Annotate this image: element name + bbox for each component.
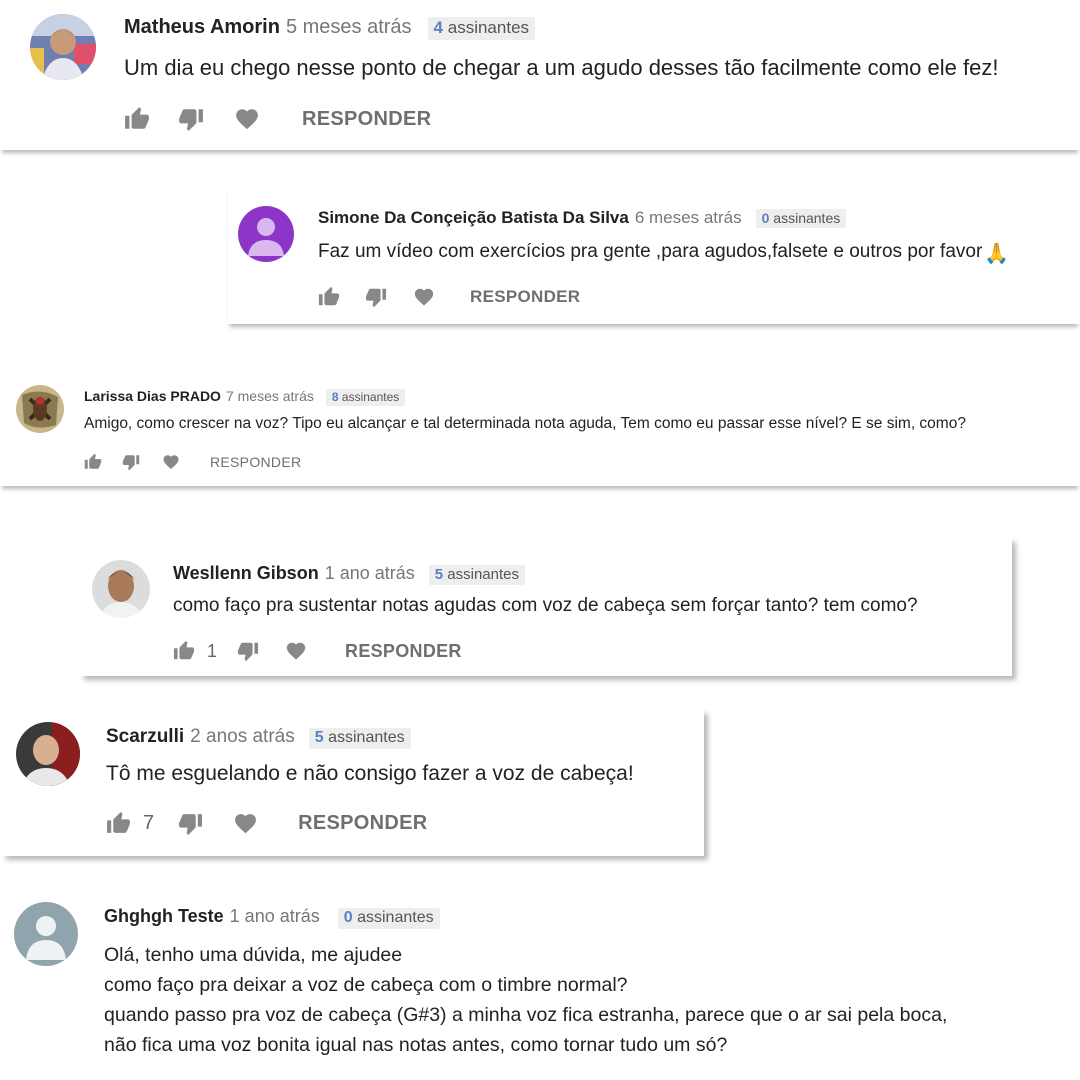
thumbs-down-icon[interactable] bbox=[237, 640, 259, 662]
comment-card: Matheus Amorin 5 meses atrás 4 assinante… bbox=[0, 0, 1080, 150]
comment-card: Scarzulli 2 anos atrás 5 assinantes Tô m… bbox=[0, 708, 704, 856]
comment-actions: 1 RESPONDER bbox=[173, 640, 462, 662]
heart-icon[interactable] bbox=[413, 286, 435, 308]
comment-actions: RESPONDER bbox=[124, 106, 431, 132]
author-name[interactable]: Ghghgh Teste bbox=[104, 906, 224, 927]
comment-meta: Simone Da Conçeição Batista Da Silva 6 m… bbox=[318, 208, 847, 228]
subscriber-label: assinantes bbox=[357, 909, 434, 926]
comment-time[interactable]: 7 meses atrás bbox=[226, 388, 314, 404]
comment-card: Wesllenn Gibson 1 ano atrás 5 assinantes… bbox=[78, 536, 1012, 676]
comment-meta: Scarzulli 2 anos atrás 5 assinantes bbox=[106, 726, 411, 749]
reply-button[interactable]: RESPONDER bbox=[210, 454, 301, 470]
comment-text: Tô me esguelando e não consigo fazer a v… bbox=[106, 762, 634, 785]
subscriber-label: assinantes bbox=[447, 566, 519, 583]
subscriber-count: 0 bbox=[761, 210, 770, 226]
avatar[interactable] bbox=[16, 385, 64, 433]
default-avatar[interactable] bbox=[14, 902, 78, 966]
comment-meta: Matheus Amorin 5 meses atrás 4 assinante… bbox=[124, 16, 536, 40]
comment-card: Ghghgh Teste 1 ano atrás 0 assinantes Ol… bbox=[0, 888, 1080, 1080]
author-name[interactable]: Larissa Dias PRADO bbox=[84, 388, 221, 404]
subscriber-label: assinantes bbox=[328, 729, 405, 746]
subscriber-badge: 0 assinantes bbox=[337, 908, 440, 929]
reply-button[interactable]: RESPONDER bbox=[470, 287, 580, 307]
comment-time[interactable]: 1 ano atrás bbox=[230, 906, 320, 927]
comment-time[interactable]: 1 ano atrás bbox=[325, 563, 415, 584]
heart-icon[interactable] bbox=[285, 640, 307, 662]
author-name[interactable]: Wesllenn Gibson bbox=[173, 563, 319, 584]
heart-icon[interactable] bbox=[233, 811, 258, 836]
reply-button[interactable]: RESPONDER bbox=[298, 812, 427, 835]
subscriber-badge: 8 assinantes bbox=[325, 389, 406, 406]
praying-hands-glyph: 🙏 bbox=[984, 243, 1010, 265]
subscriber-label: assinantes bbox=[341, 390, 400, 404]
author-name[interactable]: Scarzulli bbox=[106, 726, 184, 748]
praying-hands-emoji: 🙏 bbox=[984, 241, 1009, 266]
comment-text: Faz um vídeo com exercícios pra gente ,p… bbox=[318, 241, 1009, 266]
comment-time[interactable]: 2 anos atrás bbox=[190, 726, 295, 748]
comment-card: Simone Da Conçeição Batista Da Silva 6 m… bbox=[228, 184, 1080, 324]
thumbs-down-icon[interactable] bbox=[178, 811, 203, 836]
thumbs-down-icon[interactable] bbox=[122, 453, 140, 471]
comment-text: como faço pra sustentar notas agudas com… bbox=[173, 595, 918, 616]
comment-text-body: Faz um vídeo com exercícios pra gente ,p… bbox=[318, 241, 983, 262]
heart-icon[interactable] bbox=[162, 453, 180, 471]
subscriber-count: 8 bbox=[331, 390, 339, 404]
default-avatar[interactable] bbox=[238, 206, 294, 262]
comment-line: como faço pra deixar a voz de cabeça com… bbox=[104, 974, 628, 996]
thumbs-down-icon[interactable] bbox=[178, 106, 204, 132]
thumbs-up-icon[interactable] bbox=[318, 286, 340, 308]
comment-text: Amigo, como crescer na voz? Tipo eu alca… bbox=[84, 415, 966, 432]
comment-text: Olá, tenho uma dúvida, me ajudee como fa… bbox=[104, 940, 947, 1060]
avatar[interactable] bbox=[30, 14, 96, 80]
subscriber-badge: 0 assinantes bbox=[755, 209, 847, 228]
comment-line: Olá, tenho uma dúvida, me ajudee bbox=[104, 944, 403, 966]
like-count: 1 bbox=[207, 640, 218, 661]
subscriber-label: assinantes bbox=[773, 210, 841, 226]
comment-text: Um dia eu chego nesse ponto de chegar a … bbox=[124, 55, 999, 80]
subscriber-label: assinantes bbox=[447, 18, 530, 37]
subscriber-count: 4 bbox=[433, 18, 444, 37]
subscriber-badge: 5 assinantes bbox=[308, 728, 411, 749]
comment-card: Larissa Dias PRADO 7 meses atrás 8 assin… bbox=[0, 362, 1080, 486]
comment-actions: RESPONDER bbox=[84, 453, 301, 471]
avatar[interactable] bbox=[16, 722, 80, 786]
comment-meta: Ghghgh Teste 1 ano atrás 0 assinantes bbox=[104, 906, 440, 929]
reply-button[interactable]: RESPONDER bbox=[302, 108, 431, 131]
comment-line: quando passo pra voz de cabeça (G#3) a m… bbox=[104, 1004, 948, 1026]
comment-meta: Larissa Dias PRADO 7 meses atrás 8 assin… bbox=[84, 388, 406, 406]
subscriber-count: 5 bbox=[314, 729, 324, 746]
comment-time[interactable]: 5 meses atrás bbox=[286, 16, 412, 39]
subscriber-count: 5 bbox=[434, 566, 444, 583]
subscriber-count: 0 bbox=[343, 909, 353, 926]
comment-meta: Wesllenn Gibson 1 ano atrás 5 assinantes bbox=[173, 563, 525, 585]
comment-time[interactable]: 6 meses atrás bbox=[635, 208, 742, 228]
subscriber-badge: 5 assinantes bbox=[428, 565, 525, 585]
comment-actions: 7 RESPONDER bbox=[106, 810, 428, 836]
thumbs-up-icon[interactable] bbox=[106, 811, 131, 836]
thumbs-down-icon[interactable] bbox=[365, 286, 387, 308]
comment-line: não fica uma voz bonita igual nas notas … bbox=[104, 1034, 728, 1056]
thumbs-up-icon[interactable] bbox=[173, 640, 195, 662]
heart-icon[interactable] bbox=[234, 106, 260, 132]
thumbs-up-icon[interactable] bbox=[84, 453, 102, 471]
reply-button[interactable]: RESPONDER bbox=[345, 641, 462, 662]
subscriber-badge: 4 assinantes bbox=[427, 17, 536, 40]
avatar[interactable] bbox=[92, 560, 150, 618]
author-name[interactable]: Simone Da Conçeição Batista Da Silva bbox=[318, 208, 629, 228]
author-name[interactable]: Matheus Amorin bbox=[124, 16, 280, 39]
comment-actions: RESPONDER bbox=[318, 286, 580, 308]
like-count: 7 bbox=[143, 811, 155, 834]
thumbs-up-icon[interactable] bbox=[124, 106, 150, 132]
